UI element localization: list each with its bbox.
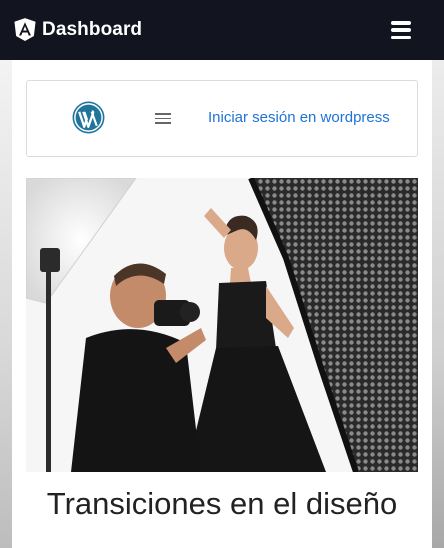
hamburger-menu-icon	[155, 113, 171, 115]
studio-photo-illustration	[26, 178, 418, 472]
navbar-menu-button[interactable]	[391, 21, 411, 39]
hamburger-menu-icon	[391, 21, 411, 25]
wordpress-login-link[interactable]: Iniciar sesión en wordpress	[208, 109, 390, 126]
post-title: Transiciones en el diseño	[46, 486, 398, 521]
background-image-left	[0, 60, 12, 548]
wordpress-navbar: Iniciar sesión en wordpress	[26, 80, 418, 157]
content-panel: Iniciar sesión en wordpress Transiciones…	[12, 60, 432, 548]
hamburger-line	[391, 35, 411, 39]
wordpress-logo-icon[interactable]	[72, 101, 105, 134]
app-title: Dashboard	[42, 19, 143, 40]
hamburger-line	[155, 122, 171, 124]
hamburger-line	[155, 117, 171, 120]
brand[interactable]: Dashboard	[14, 18, 142, 42]
top-navbar: Dashboard	[0, 0, 444, 60]
background-image-right	[432, 60, 444, 548]
wp-menu-toggle[interactable]	[155, 113, 171, 124]
angular-shield-icon	[14, 18, 36, 41]
hamburger-line	[391, 28, 411, 32]
post-hero-image	[26, 178, 418, 472]
